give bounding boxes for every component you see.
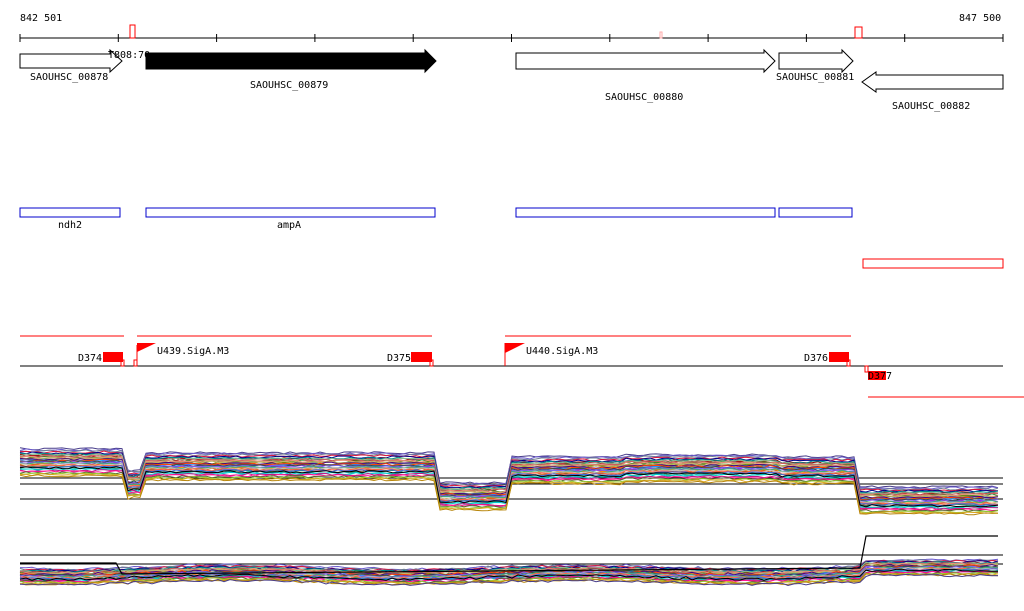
gene-overlap-label: T808:70 xyxy=(108,50,150,61)
gene-label-saouhsc-00881: SAOUHSC_00881 xyxy=(776,72,854,83)
upper-traces xyxy=(19,447,999,516)
operon-box-3[interactable] xyxy=(515,207,776,218)
track-canvas: T808:70 SAOUHSC_00878 SAOUHSC_00879 SAOU… xyxy=(19,24,1024,587)
promoter-u439-base xyxy=(133,359,138,367)
expression-panel-lower xyxy=(19,535,1003,587)
terminator-label-d375: D375 xyxy=(387,353,411,364)
expression-panel-upper xyxy=(19,447,1003,516)
coordinate-ruler xyxy=(19,24,1004,42)
terminator-label-d377: D377 xyxy=(868,371,892,382)
transcription-unit-track: D374 D375 D376 D377 U439.SigA.M3 U440.Si… xyxy=(20,335,1024,398)
ruler-highlight-2 xyxy=(854,26,863,39)
terminator-d375[interactable] xyxy=(411,352,432,362)
terminator-label-d374: D374 xyxy=(78,353,102,364)
gene-label-saouhsc-00882: SAOUHSC_00882 xyxy=(892,101,970,112)
promoter-u439-flag[interactable] xyxy=(137,343,156,352)
red-feature-box[interactable] xyxy=(862,258,1004,269)
ruler-highlight-1 xyxy=(129,24,136,39)
terminator-d376[interactable] xyxy=(829,352,849,362)
gene-arrow-saouhsc-00881[interactable] xyxy=(778,48,854,74)
operon-box-4[interactable] xyxy=(778,207,853,218)
promoter-u440-flag[interactable] xyxy=(505,343,525,353)
gene-arrow-saouhsc-00878[interactable] xyxy=(19,48,123,74)
operon-track: ndh2 ampA xyxy=(19,207,1004,269)
promoter-label-u439: U439.SigA.M3 xyxy=(157,346,229,357)
gene-name-ampa: ampA xyxy=(277,220,301,231)
operon-box-ndh2[interactable] xyxy=(19,207,121,218)
genome-browser-view: 842 501 847 500 T808:70 SAOUHSC_00878 SA… xyxy=(0,0,1024,611)
gene-arrow-saouhsc-00882[interactable] xyxy=(861,71,1004,93)
gene-label-saouhsc-00878: SAOUHSC_00878 xyxy=(30,72,108,83)
lower-traces xyxy=(19,535,999,587)
gene-label-saouhsc-00880: SAOUHSC_00880 xyxy=(605,92,683,103)
promoter-label-u440: U440.SigA.M3 xyxy=(526,346,598,357)
terminator-label-d376: D376 xyxy=(804,353,828,364)
operon-box-ampa[interactable] xyxy=(145,207,436,218)
gene-arrow-saouhsc-00880[interactable] xyxy=(515,48,776,74)
gene-label-saouhsc-00879: SAOUHSC_00879 xyxy=(250,80,328,91)
gene-arrow-saouhsc-00879[interactable] xyxy=(145,48,437,74)
terminator-d374[interactable] xyxy=(103,352,123,362)
gene-name-ndh2: ndh2 xyxy=(58,220,82,231)
gene-track: T808:70 SAOUHSC_00878 SAOUHSC_00879 SAOU… xyxy=(19,48,1004,112)
ruler-highlight-3 xyxy=(659,31,663,39)
